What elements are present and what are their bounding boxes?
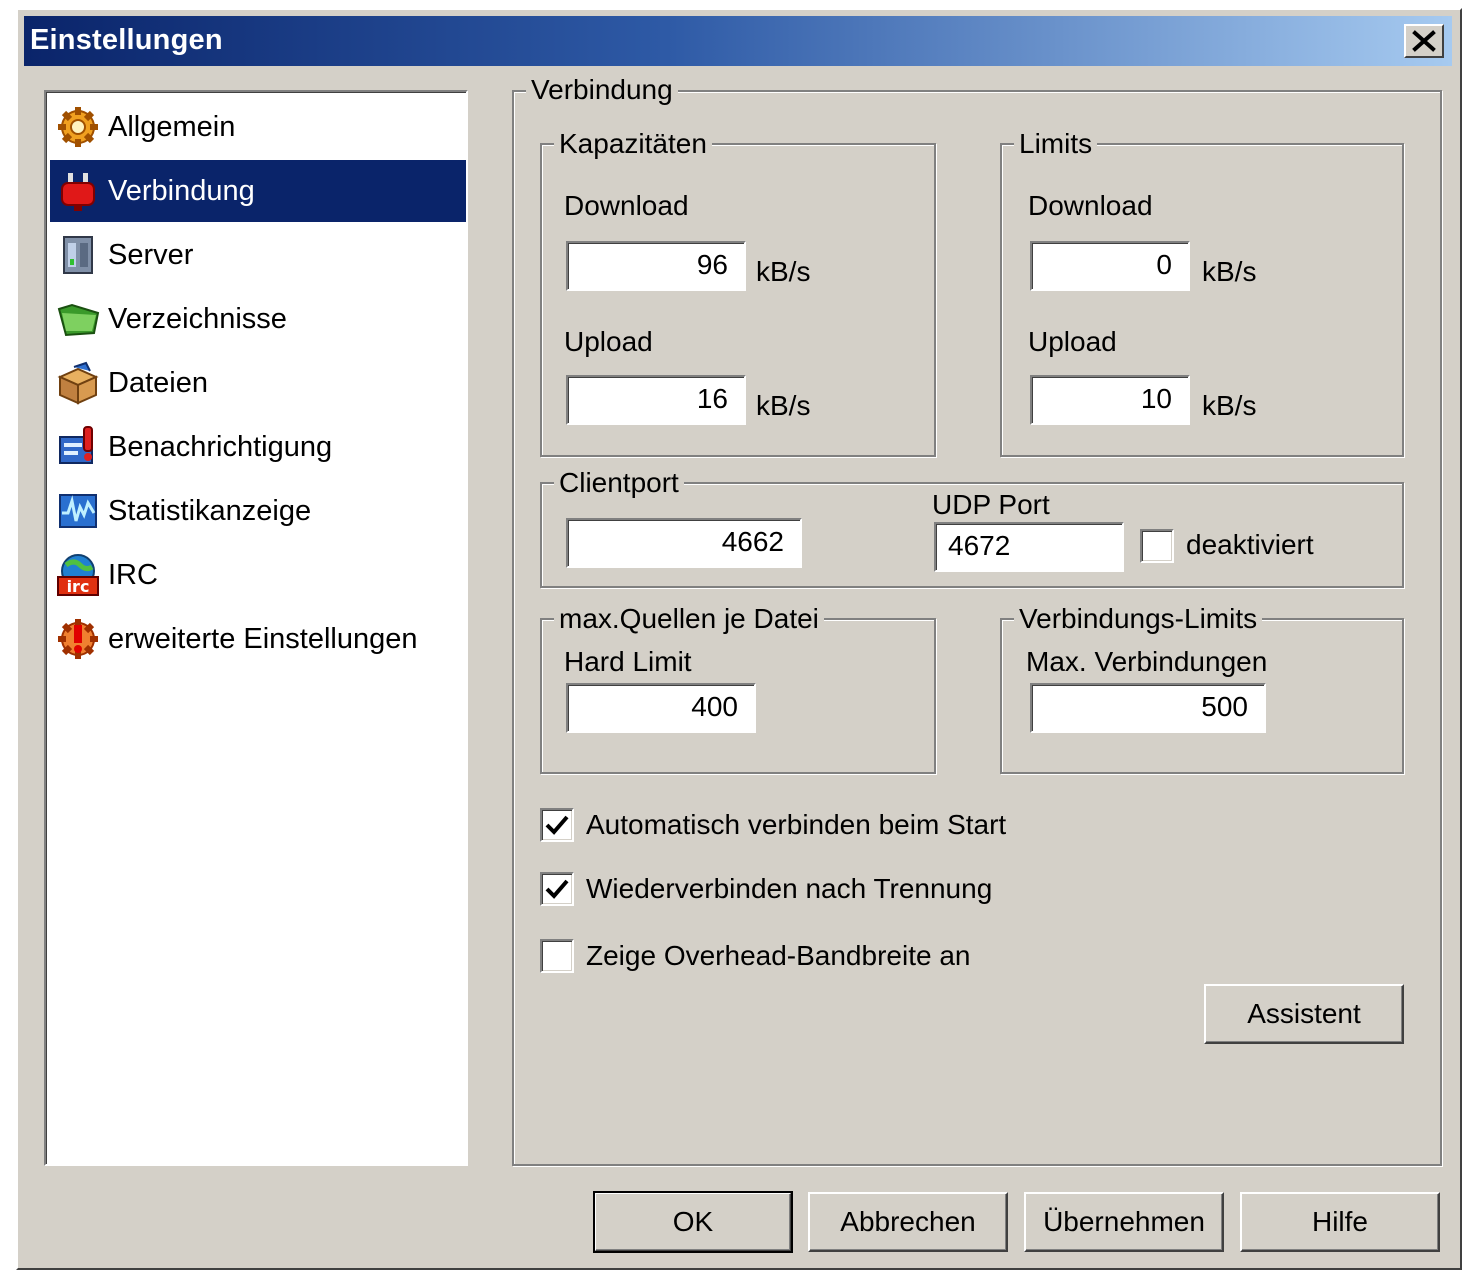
max-connections-input[interactable]: 500 <box>1030 683 1266 733</box>
window-title: Einstellungen <box>30 24 223 56</box>
limit-upload-input[interactable]: 10 <box>1030 375 1190 425</box>
statistics-icon <box>59 494 97 528</box>
limit-upload-unit: kB/s <box>1202 390 1257 421</box>
connection-group-title: Verbindung <box>526 74 678 106</box>
sidebar-item-erweiterte-einstellungen[interactable]: erweiterte Einstellungen <box>50 608 466 670</box>
hard-limit-input[interactable]: 400 <box>566 683 756 733</box>
reconnect-checkbox[interactable] <box>540 872 574 906</box>
irc-icon: irc <box>57 554 99 596</box>
sidebar-item-label: Statistikanzeige <box>108 494 312 527</box>
tcp-port-input[interactable]: 4662 <box>566 518 802 568</box>
warning-gear-icon <box>58 619 98 659</box>
settings-category-list[interactable]: Allgemein Verbindung Server Verzeichniss… <box>44 90 468 1166</box>
auto-connect-label: Automatisch verbinden beim Start <box>586 809 1007 840</box>
capacity-download-unit: kB/s <box>756 256 811 287</box>
sidebar-item-dateien[interactable]: Dateien <box>50 352 466 414</box>
close-button[interactable] <box>1404 24 1444 58</box>
capacity-download-label: Download <box>564 190 689 221</box>
max-connections-label: Max. Verbindungen <box>1026 646 1268 677</box>
sidebar-item-label: Allgemein <box>108 110 236 143</box>
cancel-button[interactable]: Abbrechen <box>808 1192 1008 1252</box>
title-bar[interactable]: Einstellungen <box>24 16 1452 66</box>
limit-upload-label: Upload <box>1028 326 1117 357</box>
gear-icon <box>58 107 98 147</box>
sidebar-item-label: Dateien <box>108 366 208 399</box>
limit-download-unit: kB/s <box>1202 256 1257 287</box>
checkmark-icon <box>545 815 569 835</box>
checkmark-icon <box>545 879 569 899</box>
overhead-bandwidth-label: Zeige Overhead-Bandbreite an <box>586 940 971 971</box>
udp-disabled-checkbox[interactable] <box>1140 529 1174 563</box>
ok-button[interactable]: OK <box>593 1191 793 1253</box>
overhead-bandwidth-checkbox[interactable] <box>540 939 574 973</box>
sidebar-item-label: Server <box>108 238 194 271</box>
sidebar-item-label: IRC <box>108 558 158 591</box>
apply-button[interactable]: Übernehmen <box>1024 1192 1224 1252</box>
sidebar-item-statistikanzeige[interactable]: Statistikanzeige <box>50 480 466 542</box>
limits-group-title: Limits <box>1014 128 1098 160</box>
connection-limits-group-title: Verbindungs-Limits <box>1014 603 1263 635</box>
sidebar-item-verzeichnisse[interactable]: Verzeichnisse <box>50 288 466 350</box>
capacity-upload-label: Upload <box>564 326 653 357</box>
server-icon <box>63 236 93 274</box>
clientport-group-title: Clientport <box>554 467 684 499</box>
sidebar-item-server[interactable]: Server <box>50 224 466 286</box>
sidebar-item-label: Verzeichnisse <box>108 302 287 335</box>
close-icon <box>1412 30 1436 52</box>
sidebar-item-benachrichtigung[interactable]: Benachrichtigung <box>50 416 466 478</box>
sidebar-item-label: Verbindung <box>108 174 255 207</box>
udp-port-label: UDP Port <box>932 489 1050 520</box>
limit-download-input[interactable]: 0 <box>1030 241 1190 291</box>
sidebar-item-irc[interactable]: irc IRC <box>50 544 466 606</box>
reconnect-label: Wiederverbinden nach Trennung <box>586 873 993 904</box>
sidebar-item-label: Benachrichtigung <box>108 430 333 463</box>
capacity-upload-input[interactable]: 16 <box>566 375 746 425</box>
udp-port-input[interactable]: 4672 <box>934 522 1124 572</box>
sidebar-item-label: erweiterte Einstellungen <box>108 622 418 655</box>
svg-text:irc: irc <box>67 577 90 596</box>
settings-dialog: Einstellungen Allgemein Verbindung Serve… <box>16 8 1462 1270</box>
max-sources-group-title: max.Quellen je Datei <box>554 603 824 635</box>
auto-connect-checkbox[interactable] <box>540 808 574 842</box>
help-button[interactable]: Hilfe <box>1240 1192 1440 1252</box>
capacities-group-title: Kapazitäten <box>554 128 712 160</box>
udp-disabled-label: deaktiviert <box>1186 529 1314 560</box>
sidebar-item-allgemein[interactable]: Allgemein <box>50 96 466 158</box>
capacity-download-input[interactable]: 96 <box>566 241 746 291</box>
capacity-upload-unit: kB/s <box>756 390 811 421</box>
sidebar-item-verbindung[interactable]: Verbindung <box>50 160 466 222</box>
wizard-button[interactable]: Assistent <box>1204 984 1404 1044</box>
hard-limit-label: Hard Limit <box>564 646 692 677</box>
box-icon <box>57 361 99 405</box>
plug-icon <box>61 173 95 211</box>
notification-icon <box>59 426 93 464</box>
limit-download-label: Download <box>1028 190 1153 221</box>
folder-icon <box>57 303 100 337</box>
